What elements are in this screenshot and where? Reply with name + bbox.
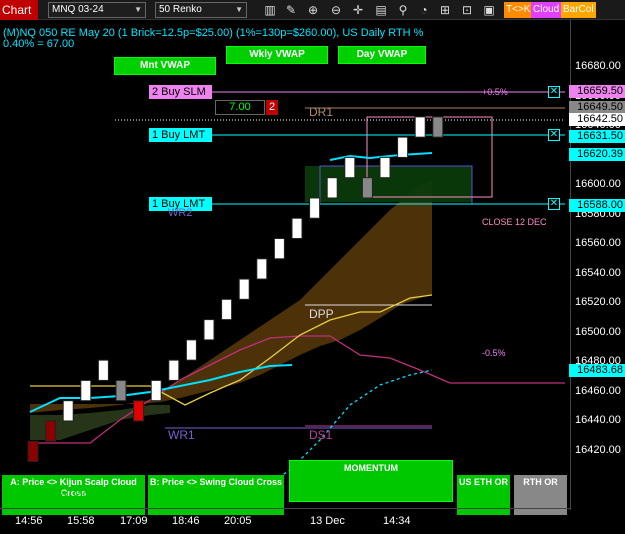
- buy-slm-order-label[interactable]: 2 Buy SLM: [149, 85, 212, 99]
- renko-brick: [27, 440, 39, 463]
- wr2-label: WR2: [168, 207, 193, 219]
- renko-brick: [115, 379, 127, 402]
- bars-icon[interactable]: ▥: [262, 2, 278, 18]
- indicator-icon[interactable]: ◔: [416, 2, 432, 18]
- price-tick: 16520.00: [575, 296, 621, 309]
- renko-brick: [291, 217, 303, 240]
- close-label: CLOSE 12 DEC: [482, 217, 547, 227]
- order-price-badge: 16588.00: [569, 199, 625, 212]
- minus-half-label: -0.5%: [482, 348, 506, 358]
- percent-info-line: 0.40% = 67.00: [3, 38, 75, 50]
- indicator-price-badge: 16620.39: [569, 148, 625, 161]
- copyright-text: © 2023 NinjaTrader, LLC: [3, 488, 125, 500]
- indicator-price-badge: 16483.68: [569, 364, 625, 377]
- renko-brick: [45, 420, 57, 442]
- time-axis[interactable]: 14:56 15:58 17:09 18:46 20:05 13 Dec 14:…: [0, 508, 570, 534]
- lock-icon[interactable]: ▣: [481, 2, 497, 18]
- price-tick: 16600.00: [575, 178, 621, 191]
- renko-brick: [238, 278, 250, 300]
- time-tick: 18:46: [172, 515, 200, 527]
- dpp-label: DPP: [309, 307, 334, 321]
- template-icon[interactable]: ⊞: [437, 2, 453, 18]
- time-tick: 13 Dec: [310, 515, 345, 527]
- close-icon[interactable]: ✕: [548, 198, 560, 210]
- renko-brick: [62, 400, 74, 422]
- renko-brick: [361, 177, 373, 199]
- renko-brick: [273, 238, 285, 260]
- renko-brick: [432, 116, 444, 138]
- close-icon[interactable]: ✕: [548, 86, 560, 98]
- price-tick: 16440.00: [575, 414, 621, 427]
- chart-toolbar: Chart MNQ 03-24 ▼ 50 Renko ▼ ▥ ✎ ⊕ ⊖ ✛ ▤…: [0, 0, 625, 20]
- price-tick: 16560.00: [575, 237, 621, 250]
- time-tick: 14:34: [383, 515, 411, 527]
- price-tick: 16540.00: [575, 266, 621, 279]
- renko-brick: [185, 339, 197, 361]
- zoom-out-icon[interactable]: ⊖: [328, 2, 344, 18]
- swing-cloud: [30, 180, 432, 413]
- renko-brick: [344, 156, 356, 179]
- monthly-vwap-button[interactable]: Mnt VWAP: [114, 57, 216, 75]
- price-tick: 16500.00: [575, 325, 621, 338]
- position-qty-badge[interactable]: 2: [266, 100, 278, 115]
- renko-brick: [168, 359, 180, 381]
- renko-brick: [414, 116, 426, 138]
- draw-icon[interactable]: ✎: [283, 2, 299, 18]
- cloud-toggle-button[interactable]: Cloud: [531, 2, 562, 18]
- time-tick: 17:09: [120, 515, 148, 527]
- renko-brick: [150, 379, 162, 402]
- time-tick: 14:56: [15, 515, 43, 527]
- instrument-selector[interactable]: MNQ 03-24 ▼: [48, 2, 146, 18]
- zoom-in-icon[interactable]: ⊕: [305, 2, 321, 18]
- order-price-badge: 16631.50: [569, 130, 625, 143]
- renko-brick: [397, 136, 409, 158]
- renko-brick: [256, 258, 268, 280]
- ds1-label: DS1: [309, 428, 333, 442]
- instrument-value: MNQ 03-24: [52, 4, 104, 15]
- last-price-badge: 16642.50: [569, 113, 625, 126]
- renko-brick: [309, 197, 321, 219]
- order-price-badge: 16659.50: [569, 85, 625, 98]
- barcol-toggle-button[interactable]: BarCol: [561, 2, 596, 18]
- tk-toggle-button[interactable]: T<>K: [504, 2, 533, 18]
- renko-brick: [203, 319, 215, 341]
- price-tick: 16460.00: [575, 384, 621, 397]
- buy-lmt-order-label[interactable]: 1 Buy LMT: [149, 128, 212, 142]
- time-tick: 20:05: [224, 515, 252, 527]
- daily-vwap-button[interactable]: Day VWAP: [338, 46, 426, 64]
- chart-plot-area[interactable]: (M)NQ 050 RE May 20 (1 Brick=12.5p=$25.0…: [0, 20, 570, 515]
- close-icon[interactable]: ✕: [548, 129, 560, 141]
- renko-brick: [133, 400, 145, 422]
- wr1-label: WR1: [168, 428, 195, 442]
- renko-brick: [221, 298, 233, 321]
- dr1-label: DR1: [309, 105, 334, 119]
- time-tick: 15:58: [67, 515, 95, 527]
- renko-brick: [97, 359, 109, 381]
- chevron-down-icon: ▼: [235, 5, 243, 14]
- chart-tab[interactable]: Chart: [0, 0, 38, 20]
- bar-type-value: 50 Renko: [159, 4, 202, 15]
- chart-trader-icon[interactable]: ⊡: [459, 2, 475, 18]
- crosshair-icon[interactable]: ✛: [350, 2, 366, 18]
- bar-type-selector[interactable]: 50 Renko ▼: [155, 2, 247, 18]
- renko-brick: [379, 156, 391, 179]
- position-pnl-box[interactable]: 7.00: [215, 100, 265, 115]
- chevron-down-icon: ▼: [134, 5, 142, 14]
- properties-icon[interactable]: ▤: [373, 2, 389, 18]
- weekly-vwap-button[interactable]: Wkly VWAP: [226, 46, 328, 64]
- price-tick: 16420.00: [575, 443, 621, 456]
- renko-brick: [80, 379, 92, 402]
- strategy-icon[interactable]: ⚲: [395, 2, 411, 18]
- price-tick: 16680.00: [575, 60, 621, 72]
- plus-half-label: +0.5%: [482, 87, 508, 97]
- renko-brick: [326, 177, 338, 199]
- momentum-button[interactable]: MOMENTUM: [289, 460, 453, 502]
